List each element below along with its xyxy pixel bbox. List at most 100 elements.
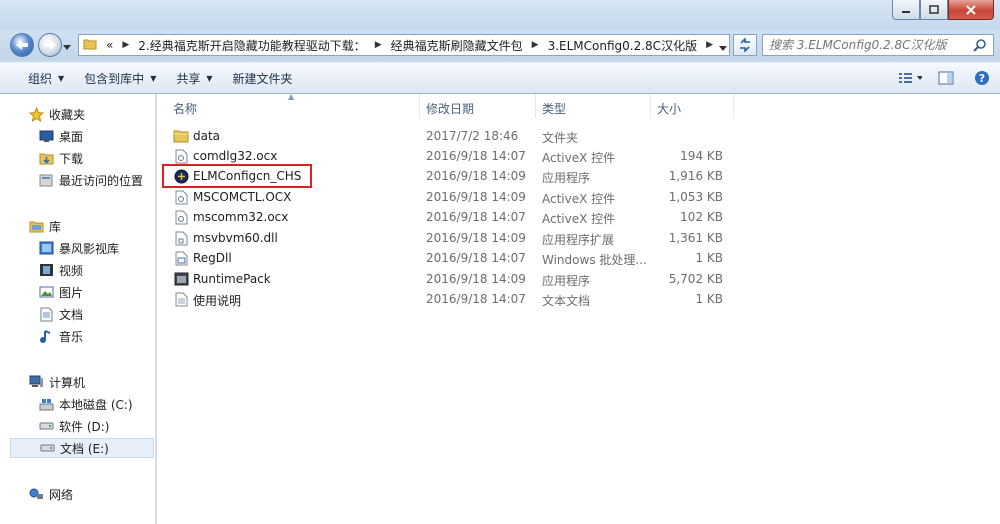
sidebar-label: 下载 — [59, 151, 84, 166]
file-name: MSCOMCTL.OCX — [193, 190, 292, 204]
back-button[interactable] — [10, 33, 34, 57]
navigation-pane: 收藏夹 桌面 下载 最近访问的位置 库 暴风影视库 视频 图片 文档 音乐 计算… — [0, 94, 156, 524]
sidebar-item-music[interactable]: 音乐 — [38, 326, 83, 346]
file-size: 1,053 KB — [668, 190, 723, 204]
network-icon — [28, 486, 44, 502]
sidebar-item-pictures[interactable]: 图片 — [38, 282, 83, 302]
file-row[interactable]: data 2017/7/2 18:46 文件夹 — [157, 126, 1000, 146]
forward-arrow-icon — [44, 40, 56, 50]
minimize-button[interactable] — [892, 0, 920, 20]
address-dropdown[interactable] — [719, 41, 727, 55]
folder-icon — [83, 37, 97, 54]
file-row[interactable]: MSCOMCTL.OCX 2016/9/18 14:09 ActiveX 控件 … — [157, 187, 1000, 207]
ocx-file-icon — [173, 148, 189, 164]
new-folder-label: 新建文件夹 — [232, 71, 293, 86]
sidebar-item-drive-e[interactable]: 文档 (E:) — [10, 438, 154, 458]
file-type: ActiveX 控件 — [542, 192, 616, 206]
search-box[interactable] — [762, 34, 994, 56]
chevron-right-icon[interactable]: ▶ — [526, 40, 545, 50]
breadcrumb-item[interactable]: 2.经典福克斯开启隐藏功能教程驱动下载： — [135, 37, 368, 54]
file-size: 1 KB — [695, 251, 723, 265]
breadcrumb-overflow[interactable]: « — [103, 38, 116, 52]
sidebar-label: 最近访问的位置 — [59, 173, 144, 188]
sidebar-label: 暴风影视库 — [59, 241, 120, 256]
sidebar-label: 文档 (E:) — [60, 441, 109, 456]
close-button[interactable] — [948, 0, 994, 20]
column-divider[interactable] — [733, 94, 734, 118]
batch-file-icon — [173, 250, 189, 266]
sidebar-item-desktop[interactable]: 桌面 — [38, 126, 83, 146]
file-date: 2016/9/18 14:07 — [426, 292, 526, 306]
column-header-name[interactable]: 名称 — [173, 100, 197, 117]
sidebar-label: 图片 — [59, 285, 84, 300]
include-in-library-menu[interactable]: 包含到库中 ▼ — [74, 67, 166, 89]
computer-icon — [28, 374, 44, 390]
file-row[interactable]: comdlg32.ocx 2016/9/18 14:07 ActiveX 控件 … — [157, 146, 1000, 166]
refresh-button[interactable] — [733, 34, 757, 56]
refresh-icon — [740, 38, 750, 52]
downloads-icon — [38, 150, 54, 166]
organize-menu[interactable]: 组织 ▼ — [18, 67, 74, 89]
sidebar-label: 音乐 — [59, 329, 84, 344]
address-bar[interactable]: « ▶ 2.经典福克斯开启隐藏功能教程驱动下载： ▶ 经典福克斯刷隐藏文件包 ▶… — [78, 34, 730, 56]
file-size: 194 KB — [680, 149, 723, 163]
sidebar-item-drive-d[interactable]: 软件 (D:) — [38, 416, 109, 436]
file-row[interactable]: RegDll 2016/9/18 14:07 Windows 批处理... 1 … — [157, 248, 1000, 268]
command-bar: 组织 ▼ 包含到库中 ▼ 共享 ▼ 新建文件夹 ? — [0, 62, 1000, 94]
svg-text:?: ? — [979, 72, 985, 85]
forward-button[interactable] — [38, 33, 62, 57]
share-label: 共享 — [176, 71, 201, 86]
file-row[interactable]: RuntimePack 2016/9/18 14:09 应用程序 5,702 K… — [157, 269, 1000, 289]
sidebar-item-drive-c[interactable]: 本地磁盘 (C:) — [38, 394, 133, 414]
column-header-date[interactable]: 修改日期 — [426, 100, 474, 117]
breadcrumb-item[interactable]: 3.ELMConfig0.2.8C汉化版 — [545, 37, 701, 54]
maximize-button[interactable] — [920, 0, 948, 20]
view-controls: ? — [892, 63, 1000, 93]
preview-pane-button[interactable] — [934, 67, 958, 89]
file-name: msvbvm60.dll — [193, 231, 278, 245]
share-menu[interactable]: 共享 ▼ — [166, 67, 222, 89]
recent-places-icon — [38, 172, 54, 188]
chevron-down-icon: ▼ — [150, 73, 157, 83]
sidebar-item-baofeng[interactable]: 暴风影视库 — [38, 238, 119, 258]
recent-pages-dropdown[interactable] — [63, 40, 71, 54]
sidebar-item-network[interactable]: 网络 — [28, 484, 73, 504]
search-input[interactable] — [763, 38, 963, 52]
breadcrumb-item[interactable]: 经典福克斯刷隐藏文件包 — [388, 37, 526, 54]
file-row[interactable]: 使用说明 2016/9/18 14:07 文本文档 1 KB — [157, 289, 1000, 309]
column-header-type[interactable]: 类型 — [542, 100, 566, 117]
sidebar-item-computer[interactable]: 计算机 — [28, 372, 85, 392]
search-icon[interactable] — [973, 38, 987, 55]
file-row[interactable]: mscomm32.ocx 2016/9/18 14:07 ActiveX 控件 … — [157, 207, 1000, 227]
include-library-label: 包含到库中 — [84, 71, 145, 86]
chevron-right-icon[interactable]: ▶ — [700, 40, 719, 50]
file-date: 2016/9/18 14:07 — [426, 251, 526, 265]
chevron-right-icon[interactable]: ▶ — [369, 40, 388, 50]
column-divider[interactable] — [650, 94, 651, 118]
file-name: 使用说明 — [193, 294, 242, 308]
file-size: 102 KB — [680, 210, 723, 224]
sidebar-item-recent[interactable]: 最近访问的位置 — [38, 170, 143, 190]
back-arrow-icon — [16, 40, 28, 50]
sidebar-label: 软件 (D:) — [59, 419, 110, 434]
sidebar-item-videos[interactable]: 视频 — [38, 260, 83, 280]
navigation-row: « ▶ 2.经典福克斯开启隐藏功能教程驱动下载： ▶ 经典福克斯刷隐藏文件包 ▶… — [0, 30, 1000, 60]
desktop-icon — [38, 128, 54, 144]
chevron-down-icon: ▼ — [206, 73, 213, 83]
minimize-icon — [902, 10, 910, 13]
column-divider[interactable] — [419, 94, 420, 118]
sidebar-item-downloads[interactable]: 下载 — [38, 148, 83, 168]
maximize-icon — [929, 5, 939, 14]
file-type: 应用程序 — [542, 274, 591, 288]
help-button[interactable]: ? — [970, 67, 994, 89]
sidebar-label: 文档 — [59, 307, 84, 322]
column-divider[interactable] — [535, 94, 536, 118]
file-row[interactable]: msvbvm60.dll 2016/9/18 14:09 应用程序扩展 1,36… — [157, 228, 1000, 248]
sidebar-item-libraries[interactable]: 库 — [28, 216, 61, 236]
change-view-button[interactable] — [898, 67, 922, 89]
column-header-size[interactable]: 大小 — [657, 100, 681, 117]
sidebar-item-favorites[interactable]: 收藏夹 — [28, 104, 85, 124]
sidebar-item-documents[interactable]: 文档 — [38, 304, 83, 324]
new-folder-button[interactable]: 新建文件夹 — [223, 67, 303, 89]
chevron-right-icon[interactable]: ▶ — [116, 40, 135, 50]
